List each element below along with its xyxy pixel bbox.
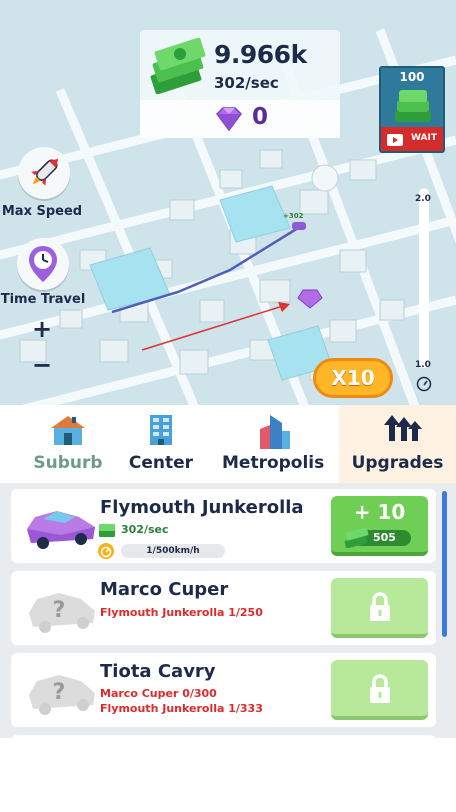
locked-car-silhouette-icon: ? [29, 675, 95, 715]
area-tabs: Suburb Center Metropolis Upgrades [0, 405, 456, 483]
tab-center[interactable]: Center [122, 405, 200, 483]
tab-metropolis[interactable]: Metropolis [222, 405, 325, 483]
upgrade-cost: 505 [373, 531, 396, 544]
tab-upgrades[interactable]: Upgrades [339, 405, 456, 483]
car-requirement: Marco Cuper 0/300 [100, 687, 217, 700]
tab-upgrades-label: Upgrades [351, 453, 444, 473]
gauge-track [419, 188, 429, 368]
tab-metropolis-label: Metropolis [222, 453, 325, 473]
car-list[interactable]: Flymouth Junkerolla 302/sec 1/500km/h + … [0, 483, 456, 738]
lock-icon [370, 674, 390, 703]
rocket-icon [31, 158, 59, 186]
currency-panel: 9.966k 302/sec 0 [140, 30, 340, 138]
cash-rate: 302/sec [214, 74, 279, 92]
locked-button[interactable] [331, 578, 428, 638]
upgrade-plus: + 10 [353, 500, 406, 524]
cash-amount: 9.966k [214, 40, 307, 69]
upgrade-arrows-icon [383, 415, 422, 441]
map-income-tag: +302 [283, 212, 304, 220]
wait-bar[interactable]: WAIT [381, 127, 443, 151]
cash-stack-icon [344, 527, 369, 548]
video-reward-box[interactable]: 100 WAIT [379, 66, 445, 153]
speedometer-badge-icon [98, 543, 114, 559]
gem-count: 0 [252, 104, 269, 130]
car-card-tiota-cavry: ? Tiota Cavry Marco Cuper 0/300 Flymouth… [11, 653, 436, 727]
car-rate: 302/sec [121, 523, 169, 536]
gem-icon [216, 107, 242, 132]
gauge-max-label: 2.0 [415, 194, 431, 204]
office-building-icon [150, 415, 172, 445]
upgrade-button[interactable]: + 10 505 [331, 496, 428, 556]
reward-amount: 100 [399, 70, 425, 84]
car-card-flymouth: Flymouth Junkerolla 302/sec 1/500km/h + … [11, 489, 436, 563]
zoom-out-button[interactable]: − [28, 352, 56, 380]
time-travel-button[interactable] [17, 238, 69, 290]
clock-pin-icon [29, 246, 57, 282]
tab-center-label: Center [128, 453, 194, 473]
max-speed-button[interactable] [18, 147, 70, 199]
wait-label: WAIT [411, 133, 437, 143]
cash-stack-icon [150, 38, 206, 94]
cash-icon [99, 524, 115, 537]
locked-car-silhouette-icon: ? [29, 593, 95, 633]
svg-text:?: ? [53, 598, 66, 623]
zoom-in-button[interactable]: + [28, 316, 56, 344]
skyscraper-icon [260, 415, 290, 449]
gauge-min-label: 1.0 [415, 360, 431, 370]
car-card-next [11, 735, 436, 738]
car-name: Tiota Cavry [100, 661, 216, 682]
car-speed: 1/500km/h [121, 544, 225, 558]
video-icon [387, 134, 403, 146]
svg-text:?: ? [53, 680, 66, 705]
car-requirement: Flymouth Junkerolla 1/250 [100, 606, 263, 619]
speed-gauge: 2.0 1.0 [413, 188, 435, 392]
tab-suburb-label: Suburb [33, 453, 103, 473]
car-requirement: Flymouth Junkerolla 1/333 [100, 702, 263, 715]
car-name: Marco Cuper [100, 579, 229, 600]
tab-suburb[interactable]: Suburb [28, 405, 108, 483]
upgrade-cost-pill: 505 [344, 527, 411, 548]
car-name: Flymouth Junkerolla [100, 497, 304, 518]
house-icon [51, 416, 85, 445]
multiplier-x10-button[interactable]: X10 [313, 358, 393, 398]
locked-button[interactable] [331, 660, 428, 720]
list-scrollbar[interactable] [442, 491, 447, 637]
car-card-marco-cuper: ? Marco Cuper Flymouth Junkerolla 1/250 [11, 571, 436, 645]
time-travel-label: Time Travel [0, 292, 86, 307]
speedometer-icon [416, 376, 432, 392]
lock-icon [370, 592, 390, 621]
purple-car-icon [27, 511, 95, 549]
city-map[interactable]: +302 9.966k 302/sec 0 100 WAIT Max Speed… [0, 0, 456, 405]
coin-stack-icon [395, 90, 431, 122]
max-speed-label: Max Speed [1, 204, 83, 219]
